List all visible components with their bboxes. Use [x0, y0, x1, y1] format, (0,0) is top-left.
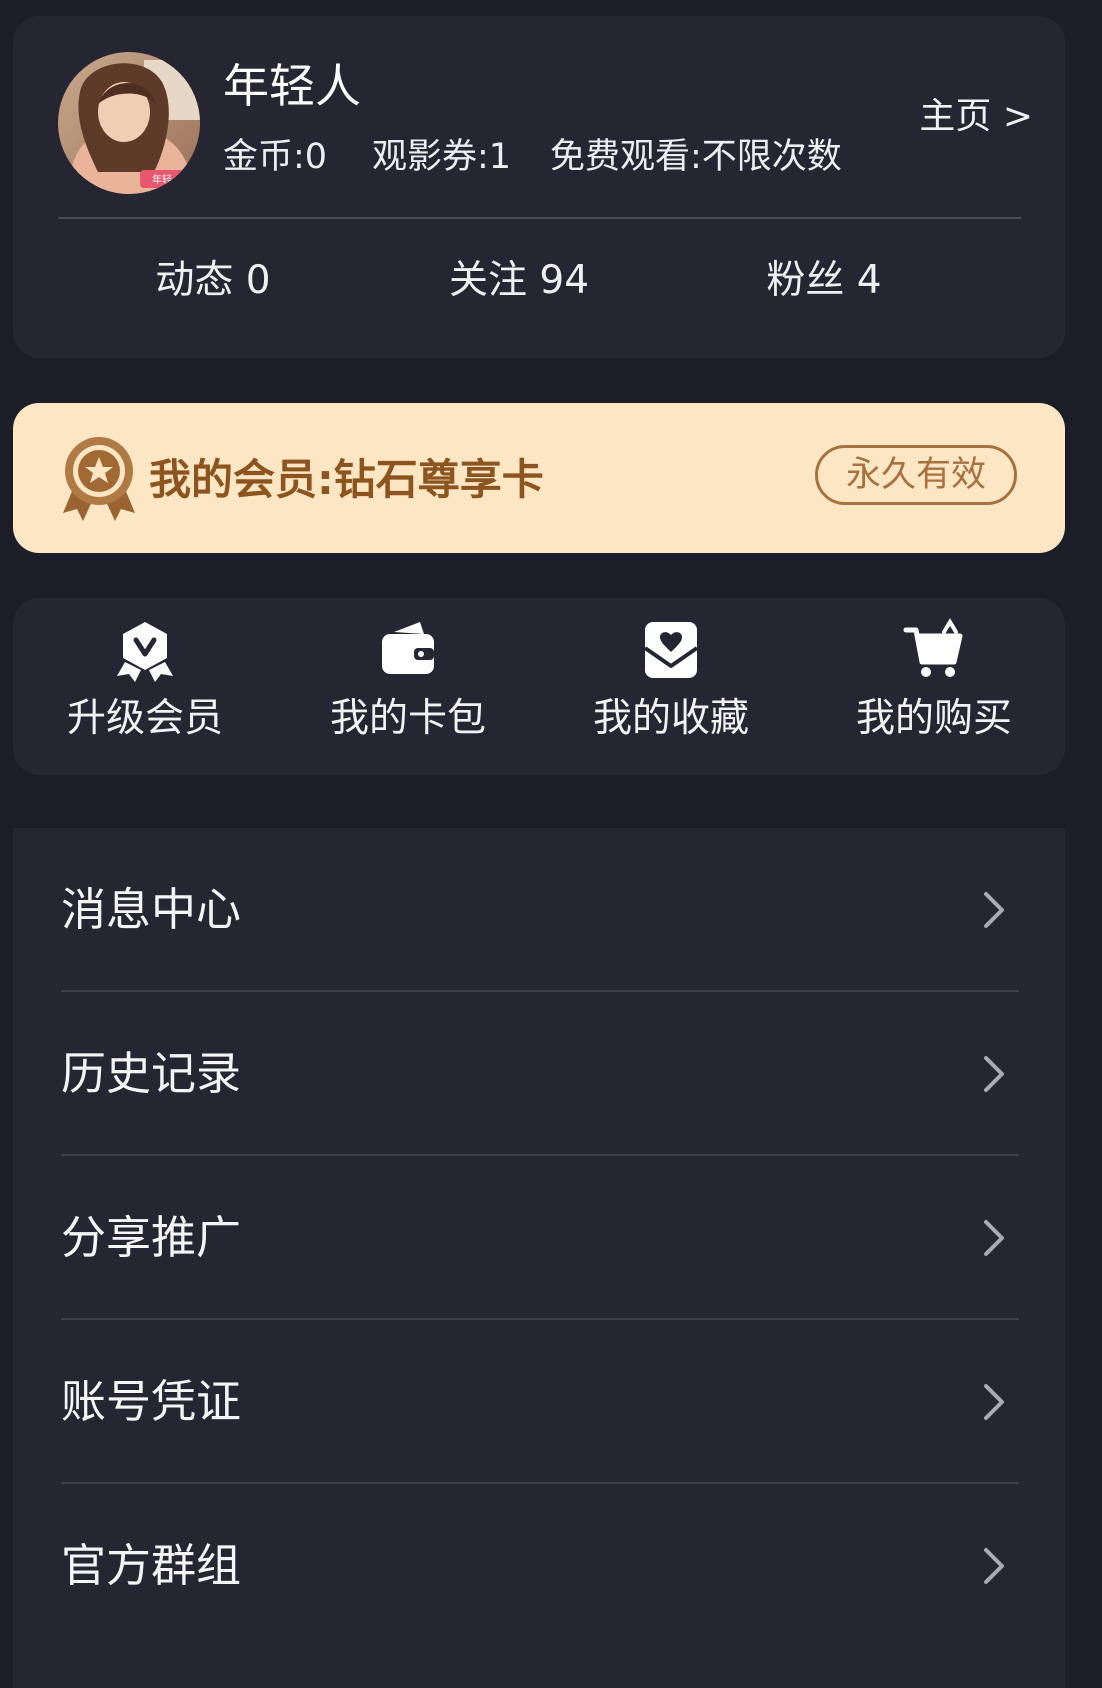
heart-envelope-icon	[639, 618, 703, 682]
avatar[interactable]: 年轻	[58, 52, 200, 194]
username: 年轻人	[223, 59, 361, 113]
coin-balance: 金币:0	[223, 137, 328, 177]
menu-item-label: 消息中心	[61, 883, 242, 936]
vip-badge-icon	[113, 618, 177, 682]
favorites-label: 我的收藏	[592, 696, 749, 741]
quick-actions: 升级会员 我的卡包 我的收藏 我的购买	[13, 598, 1065, 775]
menu-item-history[interactable]: 历史记录	[13, 992, 1065, 1156]
upgrade-vip-button[interactable]: 升级会员	[45, 618, 245, 758]
menu-item-message-center[interactable]: 消息中心	[13, 828, 1065, 992]
chevron-right-icon	[979, 888, 1009, 932]
followers-count[interactable]: 粉丝 4	[674, 256, 974, 306]
chevron-right-icon	[979, 1052, 1009, 1096]
medal-star-icon	[55, 433, 143, 521]
membership-title: 我的会员:钻石尊享卡	[149, 455, 544, 504]
free-views-status: 免费观看:不限次数	[550, 137, 842, 177]
chevron-right-icon	[979, 1380, 1009, 1424]
upgrade-vip-label: 升级会员	[66, 696, 223, 741]
menu-item-official-group[interactable]: 官方群组	[13, 1484, 1065, 1648]
wallet-icon	[376, 618, 440, 682]
posts-count[interactable]: 动态 0	[63, 256, 363, 306]
menu-item-label: 分享推广	[61, 1211, 242, 1264]
profile-card: 年轻 年轻人 金币:0 观影券:1 免费观看:不限次数 主页 > 动态 0 关注…	[13, 16, 1065, 358]
card-wallet-label: 我的卡包	[329, 696, 486, 741]
homepage-link[interactable]: 主页 >	[919, 92, 1033, 142]
menu-list: 消息中心 历史记录 分享推广 账号凭证 官方群组	[13, 828, 1065, 1688]
purchases-button[interactable]: 我的购买	[834, 618, 1034, 758]
profile-divider	[58, 217, 1021, 219]
menu-item-label: 账号凭证	[61, 1375, 242, 1428]
avatar-badge-text: 年轻	[152, 173, 172, 186]
ticket-balance: 观影券:1	[372, 137, 512, 177]
validity-badge: 永久有效	[815, 445, 1017, 505]
menu-item-account-credential[interactable]: 账号凭证	[13, 1320, 1065, 1484]
membership-banner[interactable]: 我的会员:钻石尊享卡 永久有效	[13, 403, 1065, 553]
menu-item-share-promotion[interactable]: 分享推广	[13, 1156, 1065, 1320]
chevron-right-icon	[979, 1544, 1009, 1588]
shopping-cart-icon	[902, 618, 966, 682]
favorites-button[interactable]: 我的收藏	[571, 618, 771, 758]
following-count[interactable]: 关注 94	[369, 256, 669, 306]
card-wallet-button[interactable]: 我的卡包	[308, 618, 508, 758]
menu-item-label: 历史记录	[61, 1047, 242, 1100]
chevron-right-icon	[979, 1216, 1009, 1260]
purchases-label: 我的购买	[855, 696, 1012, 741]
menu-item-label: 官方群组	[61, 1539, 242, 1592]
